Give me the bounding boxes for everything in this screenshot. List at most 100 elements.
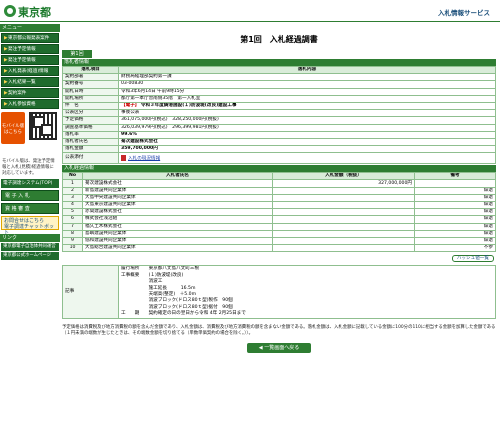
table-row: 記事 履行場所 東京都八丈島八丈町三根 工事概要 (１)防波堤(改良) 消波工 …: [62, 265, 496, 319]
row-label: 開札日時: [62, 87, 119, 96]
tab-round-1[interactable]: 第1回: [62, 50, 92, 58]
table-row: 1 菊次建設株式会社 327,000,000円: [62, 179, 496, 188]
sidebar-item-kekka-ichiran[interactable]: ▶入札結果一覧: [1, 77, 59, 87]
price-note: 予定価格は消費税及び地方消費税の額を含んだ金額であり、入札金額は、消費税及び地方…: [62, 324, 496, 336]
cell-note: 辞退: [414, 200, 496, 210]
table-row: 6 株式会社浅沼組 辞退: [62, 215, 496, 224]
row-value: 326,039,979円(税込) 296,399,981円(税抜): [118, 123, 496, 132]
col-header-item: 落札項目: [62, 65, 119, 75]
sidebar-item-label: 入札結果一覧: [8, 80, 36, 85]
sidebar-menu-heading: メニュー: [0, 24, 60, 32]
cell-no: 7: [62, 222, 83, 231]
cell-name: 福久土木株式会社: [82, 222, 273, 231]
cell-name: 株式会社浅沼組: [82, 215, 273, 224]
row-value: 入札の現況情報: [118, 152, 496, 165]
row-value: 令和3年6月14日 午前9時15分: [118, 87, 496, 96]
row-value: 03-00830: [118, 80, 496, 89]
shikaku-shinsa-button[interactable]: 資 格 審 査: [1, 203, 59, 214]
remarks-label: 記事: [62, 265, 119, 319]
mobile-label: モバイル版: [1, 124, 25, 129]
table-row: 4 大島東京建設共同企業体 辞退: [62, 200, 496, 210]
denshi-nyusatsu-button[interactable]: 電 子 入 札: [1, 190, 59, 201]
cell-name: 協和建設共同企業体: [82, 236, 273, 246]
logo-text: 東京都: [18, 6, 51, 19]
col-header-content: 落札内容: [118, 65, 496, 75]
cell-no: 8: [62, 229, 83, 238]
cell-no: 4: [62, 200, 83, 210]
row-label: 予定価格: [62, 116, 119, 125]
cell-amount: [272, 215, 415, 224]
link-kyodo-unei[interactable]: 東京都電子自治体共同運営: [1, 243, 59, 251]
winner-info-heading: 落札者情報: [62, 59, 496, 66]
sidebar-item-label: 発注予定情報: [8, 58, 36, 63]
cell-note: 辞退: [414, 215, 496, 224]
pdf-icon: [121, 154, 126, 161]
table-row: 落札金額 359,700,000円: [62, 145, 496, 154]
row-label: 件 名: [62, 101, 119, 111]
table-row: 10 大島総合建設共同企業体 不参: [62, 244, 496, 253]
cell-amount: [272, 200, 415, 210]
sidebar-item-hatchu-yotei-1[interactable]: ▶発注予定情報: [1, 44, 59, 54]
table-header-row: No 入札者氏名 入札金額（税抜） 備考: [62, 172, 496, 181]
electronic-tag: 【電子】: [121, 103, 140, 109]
table-row: 9 協和建設共同企業体 辞退: [62, 236, 496, 246]
bid-history-heading: 入札経過情報: [62, 165, 496, 173]
table-row: 契約番号 03-00830: [62, 80, 496, 89]
sidebar-item-label: 入札発表(経過)情報: [8, 69, 49, 74]
row-value: 361,075,000円(税込) 328,250,000円(税抜): [118, 116, 496, 125]
winner-info-table: 落札項目 落札内容 契約部署 財務局経理部契約第一課 契約番号 03-00830 開…: [62, 65, 496, 165]
cell-note: [414, 179, 496, 188]
cell-amount: [272, 244, 415, 253]
row-label: 開札場所: [62, 94, 119, 103]
table-row: 契約部署 財務局経理部契約第一課: [62, 73, 496, 82]
sidebar-item-label: 発注予定情報: [8, 47, 36, 52]
table-row: 3 大島中央建設共同企業体 辞退: [62, 193, 496, 203]
table-row: 2 新島建設共同企業体 辞退: [62, 186, 496, 195]
cell-name: 赤間建設株式会社: [82, 208, 273, 217]
table-row: 落札者氏名 菊次建設株式会社: [62, 137, 496, 147]
cell-no: 5: [62, 208, 83, 217]
cell-no: 6: [62, 215, 83, 224]
site-name: 入札情報サービス: [438, 9, 490, 17]
sidebar-item-label: 東京都公報発表案件: [8, 36, 50, 41]
row-value: 財務局経理部契約第一課: [118, 73, 496, 82]
col-header-amount: 入札金額（税抜）: [272, 172, 415, 181]
attachment-link[interactable]: 入札の現況情報: [128, 156, 160, 161]
table-row: 落札率 99.6%: [62, 130, 496, 139]
sidebar-item-nyusatsu-keika[interactable]: ▶入札発表(経過)情報: [1, 66, 59, 76]
cell-amount: [272, 193, 415, 203]
chatbot-button[interactable]: お問合せはこちら 電子調達チャットボット: [1, 216, 59, 236]
cell-note: 辞退: [414, 229, 496, 238]
link-official-homepage[interactable]: 東京都公式ホームページ: [1, 252, 59, 260]
sidebar-item-keiyaku[interactable]: ▶契約案件: [1, 88, 59, 98]
sidebar-item-hatchu-yotei-2[interactable]: ▶発注予定情報: [1, 55, 59, 65]
back-to-list-button[interactable]: ◀ 一覧画面へ戻る: [247, 342, 311, 353]
row-value: 99.6%: [118, 130, 496, 139]
cell-no: 9: [62, 236, 83, 246]
cell-name: 新島建設共同企業体: [82, 186, 273, 195]
row-label: 契約部署: [62, 73, 119, 82]
cell-name: 大島総合建設共同企業体: [82, 244, 273, 253]
cell-name: 大島東京建設共同企業体: [82, 200, 273, 210]
mobile-note: モバイル版は、発注予定情報と入札(見積)経過情報に対応しています。: [2, 159, 55, 176]
tokyo-logo[interactable]: 東京都: [4, 4, 60, 19]
col-header-no: No: [62, 172, 83, 181]
sidebar-item-shikaku[interactable]: ▶入札参加資格: [1, 99, 59, 109]
row-label: 落札金額: [62, 145, 119, 154]
cell-amount: [272, 222, 415, 231]
table-row: 8 島嶼建設共同企業体 辞退: [62, 229, 496, 238]
table-header-row: 落札項目 落札内容: [62, 65, 496, 75]
hash-list-button[interactable]: ハッシュ値一覧: [451, 255, 494, 263]
cell-note: 辞退: [414, 222, 496, 231]
sidebar-item-koho[interactable]: ▶東京都公報発表案件: [1, 33, 59, 43]
row-value: 事後公表: [118, 109, 496, 118]
project-name: 令和３年度鋳港施設(１)防波堤(改良)建設工事: [140, 103, 237, 109]
mobile-button[interactable]: モバイル版 はこちら: [1, 112, 25, 144]
cell-amount: [272, 229, 415, 238]
mobile-promo: モバイル版 はこちら: [1, 112, 59, 156]
main-content: 第1回 入札経過調書 第1回 落札者情報 落札項目 落札内容 契約部署 財務局経理…: [62, 22, 496, 424]
ebid-system-link[interactable]: 電子調達システム(TOP): [1, 179, 59, 188]
cell-amount: 327,000,000円: [272, 179, 415, 188]
table-row: 5 赤間建設株式会社 辞退: [62, 208, 496, 217]
tokyo-emblem-icon: [4, 5, 16, 17]
